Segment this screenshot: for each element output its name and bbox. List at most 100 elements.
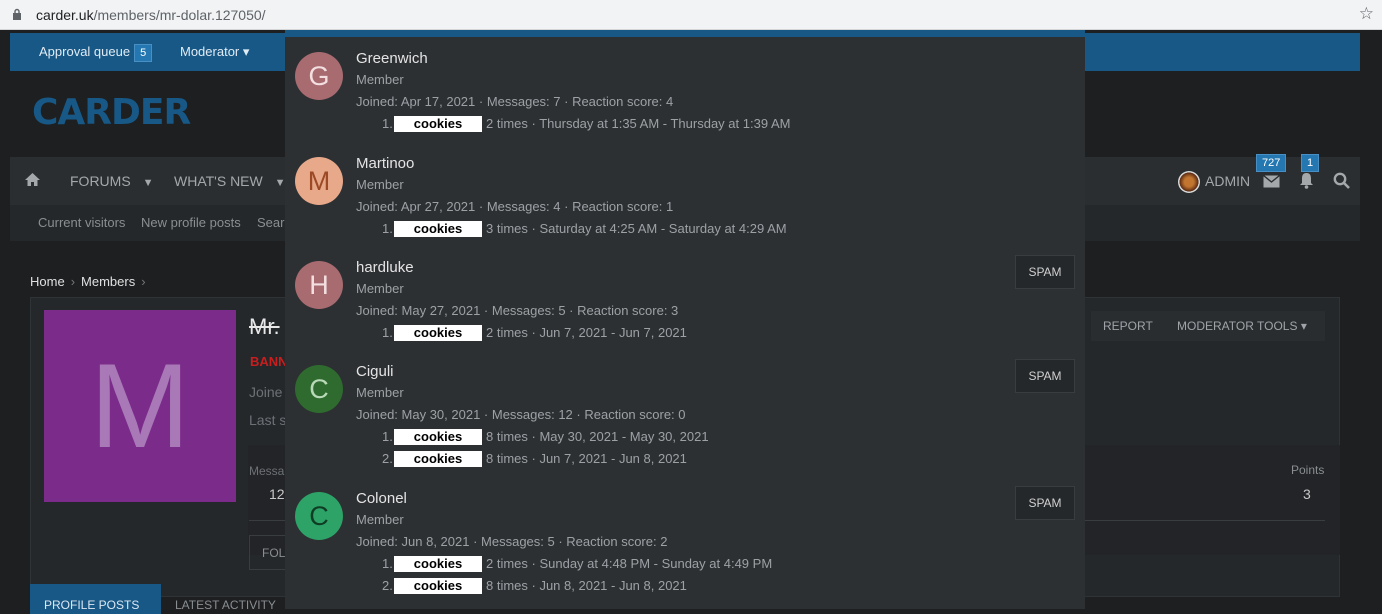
member-avatar[interactable]: H bbox=[295, 261, 343, 309]
cookie-entry-detail: 8 times · Jun 7, 2021 - Jun 8, 2021 bbox=[486, 451, 687, 466]
cookie-entry-detail: 3 times · Saturday at 4:25 AM - Saturday… bbox=[486, 221, 787, 236]
moderator-label: Moderator bbox=[180, 44, 240, 59]
member-name[interactable]: Colonel bbox=[356, 490, 407, 507]
site-logo[interactable]: CARDER bbox=[32, 92, 191, 133]
cookie-entry: 1. cookies 2 times · Jun 7, 2021 - Jun 7, … bbox=[382, 325, 687, 341]
member-title: Member bbox=[356, 177, 404, 192]
points-label: Points bbox=[1291, 463, 1325, 477]
moderator-menu[interactable]: Moderator ▾ bbox=[180, 44, 249, 60]
cookie-entry: 1. cookies 8 times · May 30, 2021 - May 30… bbox=[382, 429, 709, 445]
cookie-entry-detail: 8 times · May 30, 2021 - May 30, 2021 bbox=[486, 429, 709, 444]
breadcrumb: Home › Members › bbox=[30, 274, 152, 289]
spam-button[interactable]: SPAM bbox=[1015, 359, 1075, 393]
caret-down-icon: ▾ bbox=[242, 44, 250, 59]
shared-cookies-overlay: G Greenwich Member Joined: Apr 17, 2021 · M… bbox=[285, 30, 1085, 609]
cookie-label: cookies bbox=[394, 451, 482, 467]
profile-last-seen: Last s bbox=[249, 412, 287, 428]
member-avatar[interactable]: G bbox=[295, 52, 343, 100]
profile-joined: Joine bbox=[249, 384, 283, 400]
url-path: /members/mr-dolar.127050/ bbox=[93, 7, 266, 23]
bookmark-star-icon[interactable]: ☆ bbox=[1359, 4, 1374, 24]
cookie-entry-detail: 2 times · Thursday at 1:35 AM - Thursday… bbox=[486, 116, 791, 131]
chevron-down-icon: ▼ bbox=[274, 177, 286, 189]
cookie-entry-number: 1. bbox=[382, 429, 393, 444]
member-name[interactable]: hardluke bbox=[356, 259, 414, 276]
cookie-label: cookies bbox=[394, 116, 482, 132]
member-name[interactable]: Ciguli bbox=[356, 363, 394, 380]
member-name[interactable]: Martinoo bbox=[356, 155, 414, 172]
approval-queue-link[interactable]: Approval queue 5 bbox=[39, 44, 153, 62]
member-title: Member bbox=[356, 512, 404, 527]
nav-whats-new[interactable]: WHAT'S NEW ▼ bbox=[174, 173, 286, 189]
url-text[interactable]: carder.uk/members/mr-dolar.127050/ bbox=[36, 7, 266, 23]
caret-down-icon: ▾ bbox=[1300, 319, 1307, 333]
member-stats: Joined: Apr 27, 2021 · Messages: 4 · Rea… bbox=[356, 199, 674, 214]
member-stats: Joined: May 27, 2021 · Messages: 5 · Rea… bbox=[356, 303, 679, 318]
cookie-label: cookies bbox=[394, 221, 482, 237]
tab-profile-posts[interactable]: PROFILE POSTS bbox=[30, 584, 161, 614]
breadcrumb-home[interactable]: Home bbox=[30, 274, 65, 289]
cookie-label: cookies bbox=[394, 429, 482, 445]
cookie-label: cookies bbox=[394, 325, 482, 341]
spam-button[interactable]: SPAM bbox=[1015, 255, 1075, 289]
subnav-current-visitors[interactable]: Current visitors bbox=[38, 215, 125, 230]
member-stats: Joined: May 30, 2021 · Messages: 12 · Re… bbox=[356, 407, 686, 422]
member-stats: Joined: Apr 17, 2021 · Messages: 7 · Rea… bbox=[356, 94, 674, 109]
cookie-entry: 2. cookies 8 times · Jun 8, 2021 - Jun 8, … bbox=[382, 578, 687, 594]
nav-forums-label: FORUMS bbox=[70, 173, 131, 189]
user-avatar[interactable] bbox=[1178, 171, 1200, 193]
bell-icon[interactable] bbox=[1299, 172, 1314, 189]
banned-badge: BANN bbox=[250, 354, 288, 369]
profile-messages-label: Messa bbox=[249, 464, 285, 478]
chevron-down-icon: ▼ bbox=[142, 177, 154, 189]
inbox-icon[interactable] bbox=[1263, 175, 1280, 188]
chevron-right-icon: › bbox=[70, 274, 76, 289]
member-stats: Joined: Jun 8, 2021 · Messages: 5 · Reac… bbox=[356, 534, 668, 549]
user-name[interactable]: ADMIN bbox=[1205, 173, 1250, 189]
home-icon[interactable] bbox=[24, 172, 41, 187]
profile-avatar: M bbox=[44, 310, 236, 502]
lock-icon bbox=[13, 8, 21, 20]
cookie-entry-number: 2. bbox=[382, 578, 393, 593]
cookie-entry-detail: 2 times · Jun 7, 2021 - Jun 7, 2021 bbox=[486, 325, 687, 340]
member-title: Member bbox=[356, 281, 404, 296]
approval-queue-label: Approval queue bbox=[39, 44, 131, 59]
moderator-tools-button[interactable]: MODERATOR TOOLS ▾ bbox=[1165, 311, 1325, 341]
chevron-right-icon: › bbox=[141, 274, 146, 289]
subnav-new-profile-posts[interactable]: New profile posts bbox=[141, 215, 241, 230]
spam-button[interactable]: SPAM bbox=[1015, 486, 1075, 520]
approval-queue-badge: 5 bbox=[134, 44, 153, 62]
cookie-entry-number: 2. bbox=[382, 451, 393, 466]
profile-messages-value: 12 bbox=[269, 486, 285, 502]
search-icon[interactable] bbox=[1333, 172, 1350, 189]
cookie-label: cookies bbox=[394, 556, 482, 572]
member-avatar[interactable]: C bbox=[295, 492, 343, 540]
cookie-label: cookies bbox=[394, 578, 482, 594]
cookie-entry-number: 1. bbox=[382, 556, 393, 571]
member-avatar[interactable]: C bbox=[295, 365, 343, 413]
member-title: Member bbox=[356, 72, 404, 87]
subnav-search[interactable]: Sear bbox=[257, 215, 284, 230]
member-title: Member bbox=[356, 385, 404, 400]
cookie-entry: 2. cookies 8 times · Jun 7, 2021 - Jun 8, … bbox=[382, 451, 687, 467]
cookie-entry-number: 1. bbox=[382, 221, 393, 236]
cookie-entry: 1. cookies 2 times · Sunday at 4:48 PM - S… bbox=[382, 556, 772, 572]
nav-whats-new-label: WHAT'S NEW bbox=[174, 173, 263, 189]
cookie-entry: 1. cookies 2 times · Thursday at 1:35 AM -… bbox=[382, 116, 790, 132]
cookie-entry: 1. cookies 3 times · Saturday at 4:25 AM -… bbox=[382, 221, 787, 237]
profile-name: Mr. bbox=[249, 314, 280, 339]
inbox-count-badge: 727 bbox=[1256, 154, 1287, 172]
report-button[interactable]: REPORT bbox=[1091, 311, 1165, 341]
url-host: carder.uk bbox=[36, 7, 94, 23]
cookie-entry-detail: 8 times · Jun 8, 2021 - Jun 8, 2021 bbox=[486, 578, 687, 593]
tab-latest-activity[interactable]: LATEST ACTIVITY bbox=[175, 598, 276, 612]
points-value: 3 bbox=[1303, 486, 1311, 502]
breadcrumb-members[interactable]: Members bbox=[81, 274, 135, 289]
cookie-entry-number: 1. bbox=[382, 116, 393, 131]
nav-forums[interactable]: FORUMS ▼ bbox=[70, 173, 153, 189]
cookie-entry-number: 1. bbox=[382, 325, 393, 340]
member-name[interactable]: Greenwich bbox=[356, 50, 428, 67]
moderator-tools-label: MODERATOR TOOLS bbox=[1177, 319, 1298, 333]
alerts-count-badge: 1 bbox=[1301, 154, 1320, 172]
member-avatar[interactable]: M bbox=[295, 157, 343, 205]
